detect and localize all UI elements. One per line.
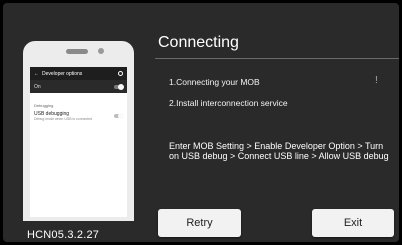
status-mark: !: [375, 75, 378, 86]
phone-section-label: Debugging: [34, 103, 54, 108]
phone-setting-row: USB debugging Debug mode when USB is con…: [30, 111, 127, 121]
instructions-text: Enter MOB Setting > Enable Developer Opt…: [169, 141, 389, 161]
phone-on-row: On: [30, 80, 127, 93]
phone-screen: ← Developer options On Debugging USB deb…: [30, 67, 127, 217]
toggle-icon: [114, 83, 124, 90]
phone-on-label: On: [34, 83, 41, 90]
screen: ← Developer options On Debugging USB deb…: [3, 3, 399, 242]
step-install-service: 2.Install interconnection service: [169, 98, 288, 108]
back-arrow-icon: ←: [34, 70, 39, 77]
search-icon: [118, 71, 123, 76]
phone-appbar-title: Developer options: [42, 70, 83, 77]
exit-button[interactable]: Exit: [312, 209, 394, 237]
title-divider: [155, 58, 399, 59]
version-label: HCN05.3.2.27: [27, 229, 100, 241]
phone-earpiece: [66, 49, 88, 54]
dialog-title: Connecting: [158, 34, 239, 51]
phone-appbar: ← Developer options: [30, 67, 127, 80]
phone-illustration: ← Developer options On Debugging USB deb…: [23, 41, 134, 221]
phone-setting-subtitle: Debug mode when USB is connected: [34, 117, 93, 121]
usb-debug-toggle-icon: [114, 113, 124, 119]
phone-camera: [98, 48, 104, 54]
retry-button[interactable]: Retry: [158, 209, 241, 237]
step-connecting: 1.Connecting your MOB: [169, 77, 260, 87]
